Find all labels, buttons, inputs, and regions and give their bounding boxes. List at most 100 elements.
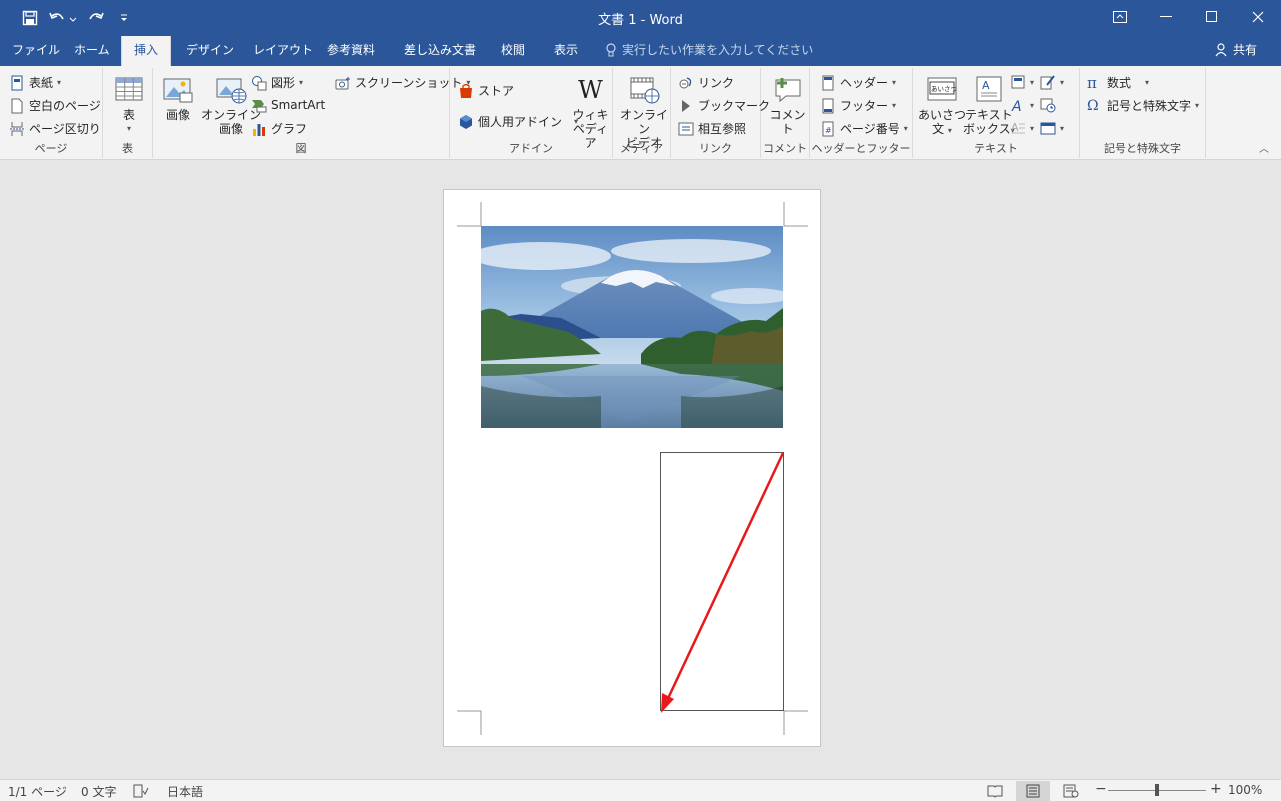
tab-design[interactable]: デザイン (174, 36, 246, 66)
group-label-tables: 表 (122, 142, 133, 155)
share-button[interactable]: 共有 (1215, 36, 1257, 64)
svg-text:A: A (1011, 121, 1019, 134)
signature-line-button[interactable]: ▾ (1040, 74, 1064, 90)
ribbon: 表紙▾ 空白のページ ページ区切り ページ 表 ▾ 表 画像 オンライン 画像 (0, 66, 1281, 160)
group-header-footer: ヘッダー ▾ フッター ▾ # ページ番号 ▾ ヘッダーとフッター (810, 68, 913, 158)
text-box-label-2: ボックス (963, 122, 1011, 136)
tab-home[interactable]: ホーム (62, 36, 122, 66)
table-icon (115, 77, 143, 101)
cross-reference-button[interactable]: 相互参照 (678, 120, 746, 137)
tab-insert[interactable]: 挿入 (121, 36, 172, 66)
comment-label: コメント (769, 108, 806, 136)
online-video-label-1: オンライン (619, 108, 668, 136)
tab-mailings[interactable]: 差し込み文書 (392, 36, 488, 66)
text-box-label-1: テキスト (965, 108, 1013, 122)
header-button[interactable]: ヘッダー ▾ (820, 74, 896, 91)
text-box-icon: A (976, 76, 1002, 102)
chart-button[interactable]: グラフ (251, 120, 307, 137)
header-icon (822, 75, 834, 90)
page-break-button[interactable]: ページ区切り (9, 120, 101, 137)
page-count[interactable]: 1/1 ページ (8, 783, 67, 800)
close-icon[interactable] (1235, 0, 1281, 34)
svg-text:A: A (1011, 99, 1022, 113)
share-label: 共有 (1232, 43, 1257, 57)
symbol-button[interactable]: Ω 記号と特殊文字 ▾ (1087, 97, 1199, 114)
crop-mark-bottom-left (457, 710, 482, 735)
shapes-button[interactable]: 図形 ▾ (251, 74, 303, 91)
object-icon (1040, 122, 1056, 135)
document-area (0, 160, 1281, 779)
group-label-media: メディア (619, 142, 664, 155)
group-media: オンライン ビデオ メディア (613, 68, 671, 158)
maximize-icon[interactable] (1189, 0, 1235, 34)
collapse-ribbon-icon[interactable]: ︿ (1259, 140, 1269, 155)
window-title: 文書 1 - Word (598, 13, 683, 28)
online-video-button[interactable]: オンライン ビデオ (618, 74, 670, 150)
shapes-icon (252, 75, 267, 90)
chart-icon (253, 123, 265, 136)
tell-me-placeholder: 実行したい作業を入力してください (622, 43, 814, 57)
pictures-label: 画像 (165, 108, 190, 122)
equation-button[interactable]: π 数式 ▾ (1087, 74, 1149, 91)
ribbon-display-options-icon[interactable] (1097, 0, 1143, 34)
zoom-slider-thumb[interactable] (1155, 784, 1159, 796)
date-time-button[interactable] (1040, 97, 1056, 113)
mountain-lake-photo[interactable] (481, 226, 783, 428)
tell-me-box[interactable]: 実行したい作業を入力してください (606, 36, 813, 64)
tab-layout[interactable]: レイアウト (241, 36, 325, 66)
symbol-label: 記号と特殊文字 (1107, 99, 1192, 113)
link-label: リンク (698, 76, 735, 90)
crop-mark-top-right (783, 202, 808, 227)
cover-page-button[interactable]: 表紙 ▾ (9, 74, 61, 91)
zoom-in-button[interactable]: + (1210, 781, 1222, 797)
zoom-out-button[interactable]: − (1095, 781, 1107, 797)
proofing-icon[interactable] (133, 784, 149, 798)
zoom-slider[interactable] (1108, 784, 1206, 796)
bookmark-button[interactable]: ブックマーク (678, 97, 770, 114)
word-count[interactable]: 0 文字 (81, 783, 116, 800)
footer-label: フッター (840, 99, 889, 113)
print-layout-icon[interactable] (1016, 781, 1050, 801)
person-icon (1215, 43, 1227, 57)
wikipedia-label-1: ウィキ (572, 108, 609, 122)
link-icon (679, 76, 692, 88)
comment-button[interactable]: コメント (766, 74, 809, 136)
link-button[interactable]: リンク (678, 74, 734, 91)
blank-page-button[interactable]: 空白のページ (9, 97, 101, 114)
footer-button[interactable]: フッター ▾ (820, 97, 896, 114)
text-box-button[interactable]: A テキスト ボックス▾ (963, 74, 1015, 138)
title-bar: 文書 1 - Word (0, 0, 1281, 36)
document-page[interactable] (443, 189, 821, 747)
web-layout-icon[interactable] (1054, 781, 1088, 801)
minimize-icon[interactable] (1143, 0, 1189, 34)
tab-view[interactable]: 表示 (542, 36, 590, 66)
picture-icon (163, 78, 193, 103)
blank-page-label: 空白のページ (29, 99, 101, 113)
language-indicator[interactable]: 日本語 (167, 783, 203, 800)
screenshot-icon (335, 76, 350, 89)
wikipedia-button[interactable]: W ウィキ ペディア (569, 74, 612, 150)
svg-text:#: # (825, 126, 832, 135)
drop-cap-button[interactable]: A ▾ (1010, 120, 1034, 136)
blank-page-icon (11, 98, 23, 113)
smartart-button[interactable]: SmartArt (251, 97, 325, 113)
chart-label: グラフ (271, 122, 308, 136)
table-button[interactable]: 表 ▾ (113, 74, 145, 136)
store-button[interactable]: ストア (458, 82, 514, 99)
group-symbols: π 数式 ▾ Ω 記号と特殊文字 ▾ 記号と特殊文字 (1080, 68, 1206, 158)
group-label-header-footer: ヘッダーとフッター (811, 142, 911, 155)
quick-parts-button[interactable]: ▾ (1010, 74, 1034, 90)
object-button[interactable]: ▾ (1040, 120, 1064, 136)
tab-references[interactable]: 参考資料 (315, 36, 387, 66)
wordart-button[interactable]: A ▾ (1010, 97, 1034, 113)
greeting-button[interactable]: あいさつ あいさつ 文 ▾ (918, 74, 966, 138)
zoom-level[interactable]: 100% (1228, 783, 1262, 797)
greeting-icon: あいさつ (927, 77, 957, 101)
my-addins-button[interactable]: 個人用アドイン ▾ (458, 113, 578, 130)
pictures-button[interactable]: 画像 (162, 74, 194, 122)
tab-review[interactable]: 校閲 (489, 36, 537, 66)
group-label-text: テキスト (974, 142, 1018, 155)
group-links: リンク ブックマーク 相互参照 リンク (671, 68, 770, 158)
page-number-button[interactable]: # ページ番号 ▾ (820, 120, 908, 137)
read-mode-icon[interactable] (978, 781, 1012, 801)
